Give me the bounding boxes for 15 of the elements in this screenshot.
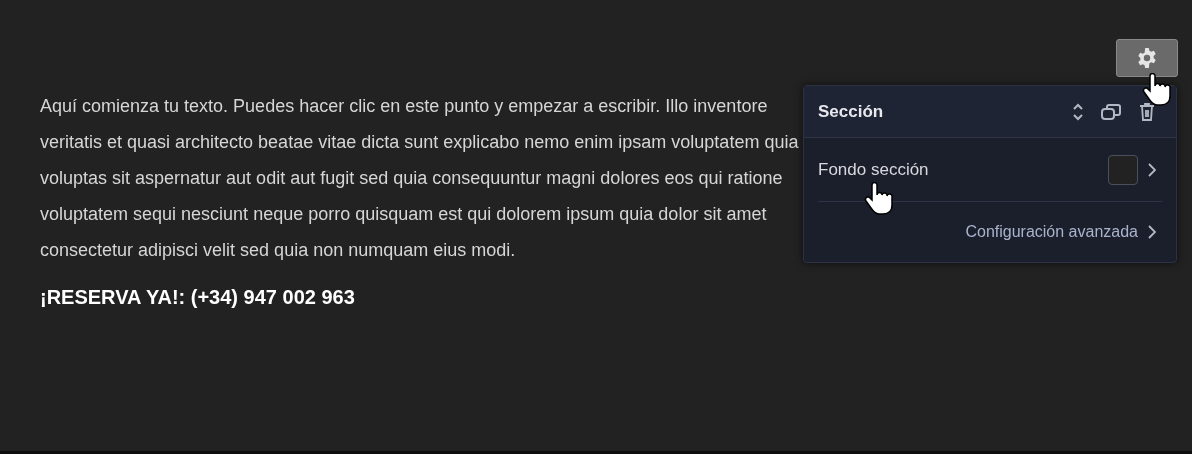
hand-cursor-icon	[864, 182, 894, 216]
chevron-icon[interactable]	[1148, 225, 1156, 239]
duplicate-icon[interactable]	[1100, 101, 1122, 122]
hand-cursor-icon	[1142, 73, 1172, 107]
background-label: Fondo sección	[818, 158, 929, 181]
settings-button[interactable]	[1116, 39, 1178, 77]
reservation-phone: ¡RESERVA YA!: (+34) 947 002 963	[40, 285, 356, 310]
settings-icon	[1136, 47, 1158, 69]
body-paragraph: Aquí comienza tu texto. Puedes hacer clic en este punto y empezar a escribir. Illo inventore veritatis et quasi architecto beatae vitae dicta sunt explicabo nemo enim ipsam voluptatem quia voluptas sit aspernatur aut odit aut fugit sed quia consequuntur magni dolores eos qui ratione voluptatem sequi nesciunt neque porro quisquam est qui dolorem ipsum quia dolor sit amet consectetur adipisci velit sed quia non numquam eius modi.	[40, 95, 800, 262]
chevron-icon[interactable]	[1148, 162, 1156, 177]
color-swatch[interactable]	[1108, 154, 1138, 185]
trash-icon[interactable]	[1138, 101, 1156, 122]
panel-title: Sección	[818, 100, 884, 123]
reorder-icon[interactable]	[1072, 101, 1084, 122]
advanced-settings-link[interactable]: Configuración avanzada	[965, 220, 1138, 244]
